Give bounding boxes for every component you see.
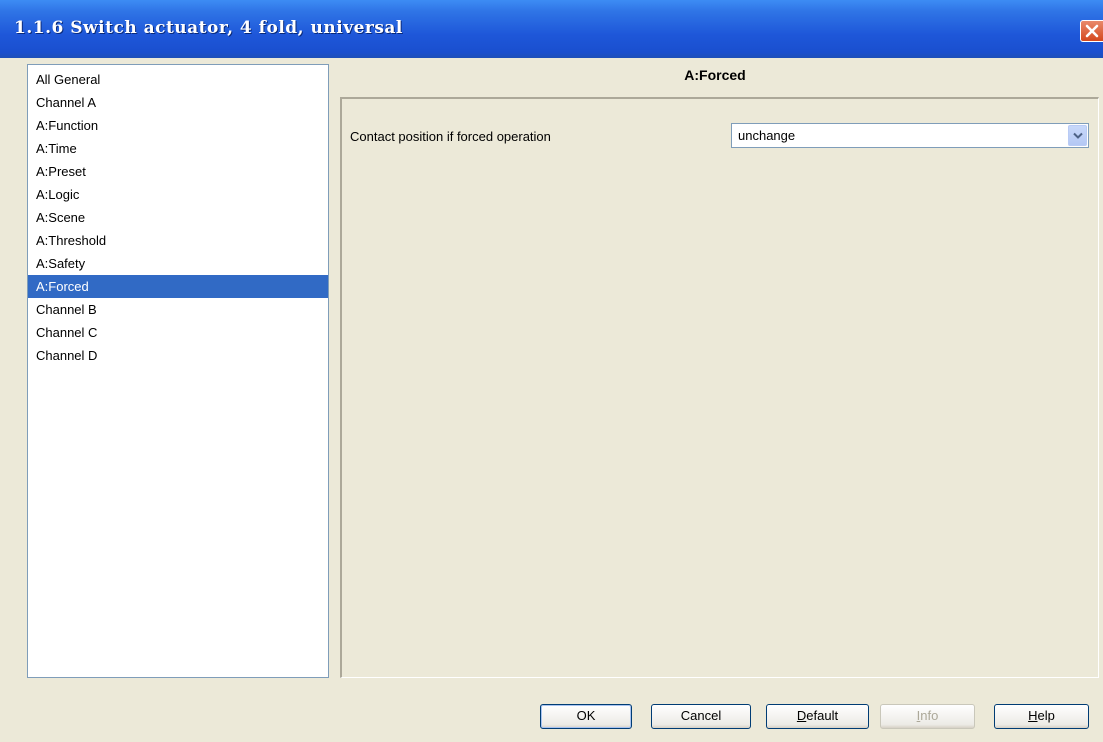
chevron-down-icon xyxy=(1073,132,1083,139)
nav-item-a-logic[interactable]: A:Logic xyxy=(28,183,328,206)
nav-item-a-preset[interactable]: A:Preset xyxy=(28,160,328,183)
ok-button-label: OK xyxy=(576,708,596,723)
nav-item-channel-a[interactable]: Channel A xyxy=(28,91,328,114)
cancel-button-label: Cancel xyxy=(680,708,722,723)
contact-position-label: Contact position if forced operation xyxy=(350,129,551,144)
nav-item-channel-b[interactable]: Channel B xyxy=(28,298,328,321)
nav-item-a-time[interactable]: A:Time xyxy=(28,137,328,160)
help-mnemonic: H xyxy=(1028,708,1038,723)
window-title: 1.1.6 Switch actuator, 4 fold, universal xyxy=(14,18,403,38)
nav-item-channel-d[interactable]: Channel D xyxy=(28,344,328,367)
close-icon xyxy=(1085,24,1099,38)
contact-position-select[interactable]: unchange xyxy=(731,123,1089,148)
parameter-tree[interactable]: All General Channel A A:Function A:Time … xyxy=(27,64,329,678)
ok-button[interactable]: OK xyxy=(540,704,632,729)
close-button[interactable] xyxy=(1080,20,1103,42)
title-bar[interactable]: 1.1.6 Switch actuator, 4 fold, universal xyxy=(0,0,1103,58)
contact-position-value: unchange xyxy=(738,128,796,143)
section-title: A:Forced xyxy=(684,67,746,83)
parameter-panel: Contact position if forced operation unc… xyxy=(340,97,1099,678)
default-mnemonic: D xyxy=(796,708,807,723)
default-button[interactable]: Default xyxy=(766,704,869,729)
nav-item-channel-c[interactable]: Channel C xyxy=(28,321,328,344)
info-button-label: nfo xyxy=(920,708,939,723)
nav-item-a-threshold[interactable]: A:Threshold xyxy=(28,229,328,252)
nav-item-a-function[interactable]: A:Function xyxy=(28,114,328,137)
default-button-label: efault xyxy=(806,708,839,723)
dropdown-button[interactable] xyxy=(1068,125,1087,146)
cancel-button[interactable]: Cancel xyxy=(651,704,751,729)
help-button-label: elp xyxy=(1037,708,1055,723)
nav-item-a-scene[interactable]: A:Scene xyxy=(28,206,328,229)
nav-item-all-general[interactable]: All General xyxy=(28,68,328,91)
help-button[interactable]: Help xyxy=(994,704,1089,729)
nav-item-a-safety[interactable]: A:Safety xyxy=(28,252,328,275)
nav-item-a-forced[interactable]: A:Forced xyxy=(28,275,328,298)
info-button[interactable]: Info xyxy=(880,704,975,729)
